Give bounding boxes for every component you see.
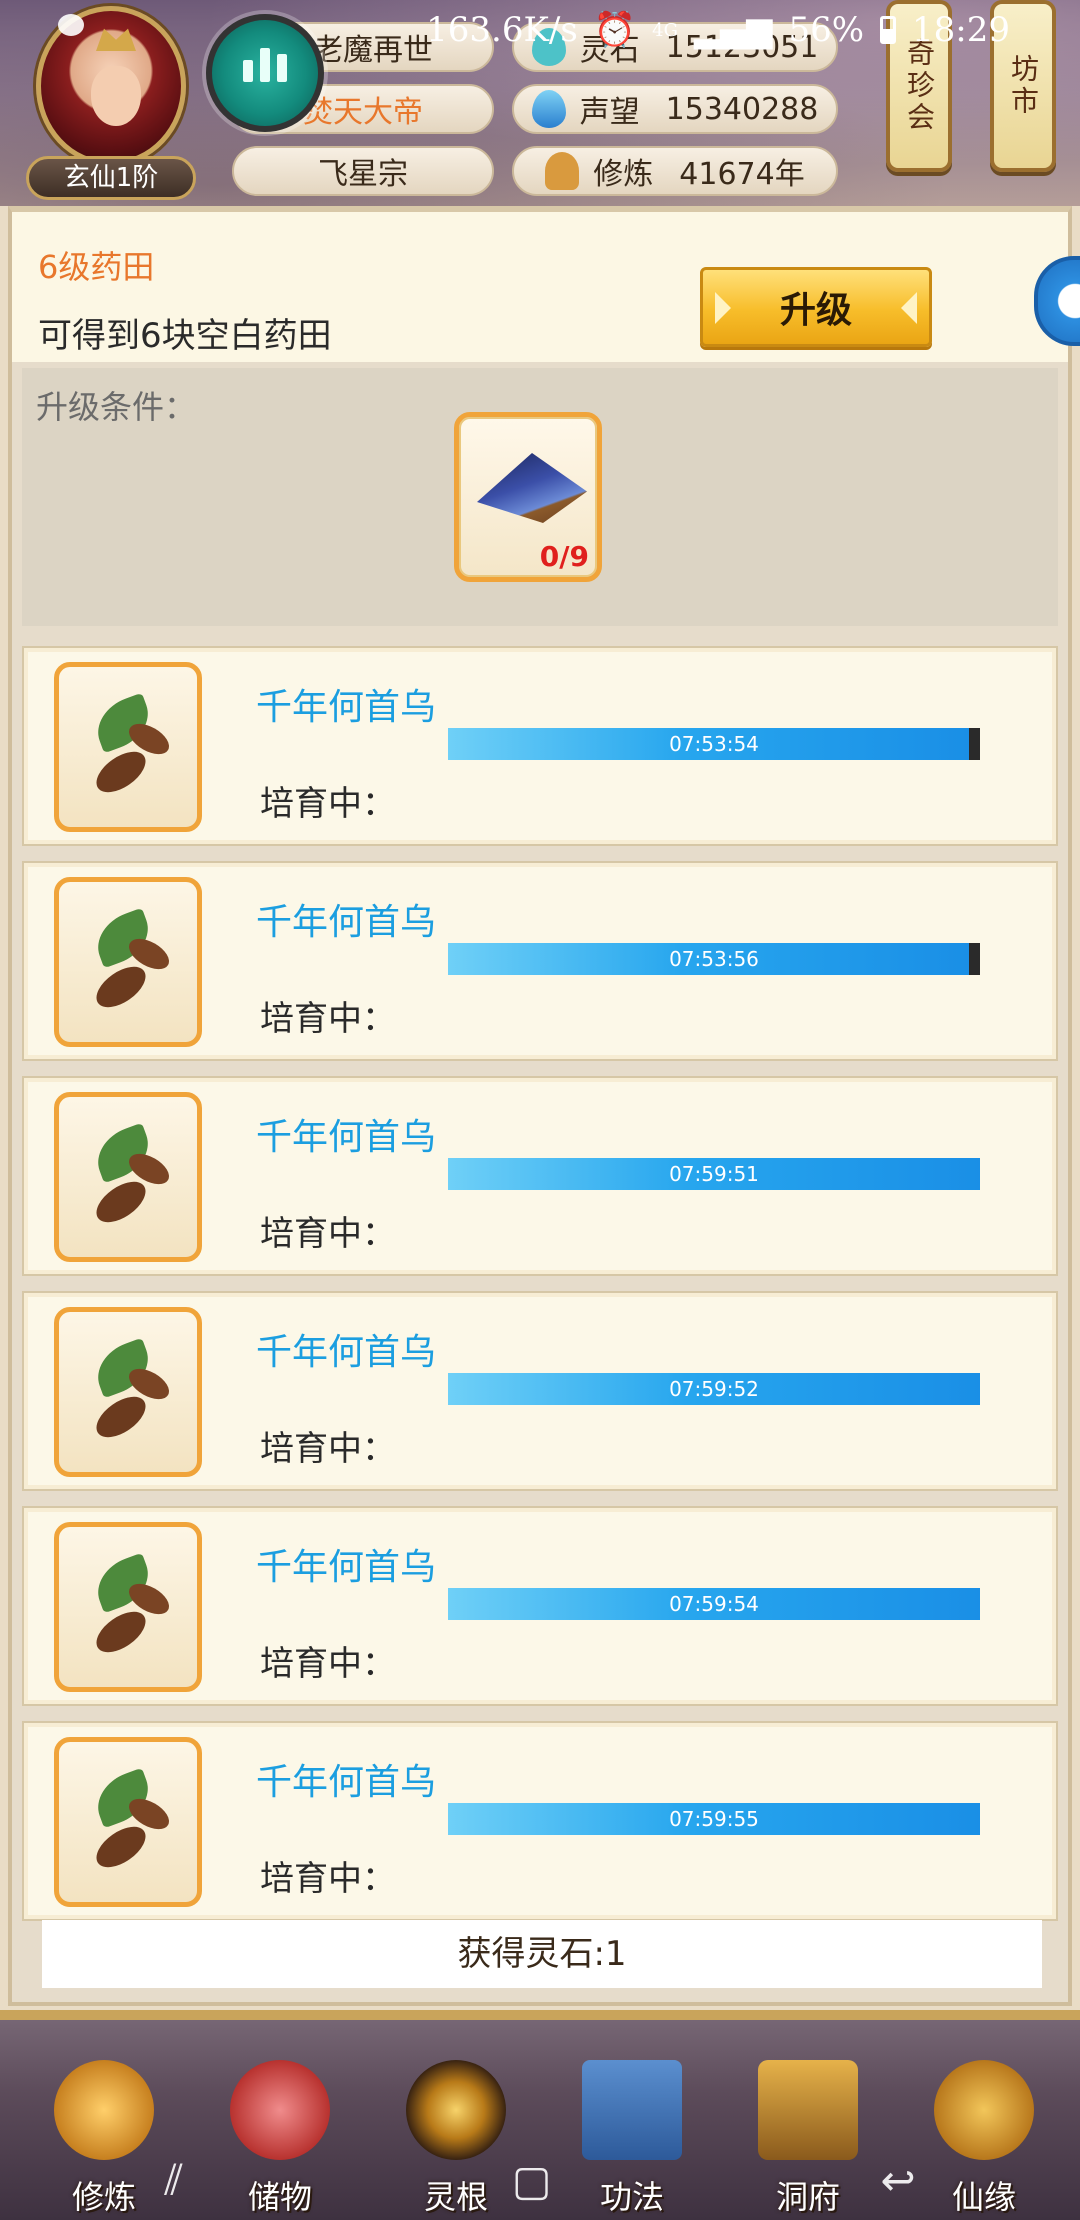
net-speed: 163.6K/s (426, 10, 578, 50)
plot-row[interactable]: 千年何首乌 培育中： 07:53:54 (22, 646, 1058, 846)
farm-level-title: 6级药田 (38, 248, 155, 286)
herb-name: 千年何首乌 (256, 687, 437, 728)
player-title: 焚天大帝 (303, 95, 423, 130)
home-icon[interactable]: ▢ (512, 2156, 552, 2205)
growth-status: 培育中： (260, 1644, 396, 1684)
plot-row[interactable]: 千年何首乌 培育中： 07:59:51 (22, 1076, 1058, 1276)
sect-pill: 飞星宗 (232, 146, 494, 196)
prestige-label: 声望 (579, 95, 640, 130)
plot-list: 千年何首乌 培育中： 07:53:54 千年何首乌 培育中： 07:53:56 … (22, 646, 1062, 1936)
top-header: 163.6K/s ⏰ 4G ▂▄▆ 56% 18:29 玄仙1阶 老魔再世 焚天… (0, 0, 1080, 206)
network-type: 4G (652, 19, 678, 41)
growth-status: 培育中： (260, 784, 396, 824)
status-left (58, 14, 84, 36)
upgrade-conditions: 升级条件： 0/9 (22, 368, 1058, 626)
assistant-robot-icon[interactable] (1034, 256, 1080, 346)
growth-status: 培育中： (260, 999, 396, 1039)
prestige-pill: 声望 15340288 (512, 84, 838, 134)
farm-header: 6级药田 可得到6块空白药田 升级 (12, 212, 1080, 362)
recent-apps-icon[interactable]: ⫽ (164, 2155, 183, 2205)
prestige-value: 15340288 (665, 91, 819, 127)
signal-icon: ▂▄▆ (693, 10, 773, 50)
growth-progress-bar: 07:59:52 (448, 1373, 980, 1405)
growth-timer: 07:59:54 (669, 1592, 759, 1616)
herb-thumb[interactable] (54, 1307, 202, 1477)
plot-row[interactable]: 千年何首乌 培育中： 07:59:52 (22, 1291, 1058, 1491)
herb-thumb[interactable] (54, 1737, 202, 1907)
growth-progress-bar: 07:53:54 (448, 728, 980, 760)
wechat-notification-icon (58, 14, 84, 36)
herb-name: 千年何首乌 (256, 1332, 437, 1373)
root-shape (89, 1388, 153, 1446)
upgrade-label: 升级 (779, 290, 852, 331)
condition-label: 升级条件： (36, 388, 197, 426)
alarm-icon: ⏰ (593, 10, 637, 50)
avatar-face (91, 66, 141, 126)
root-shape (89, 1603, 153, 1661)
root-shape (89, 958, 153, 1016)
herb-name: 千年何首乌 (256, 1547, 437, 1588)
root-shape (89, 743, 153, 801)
growth-progress-bar: 07:53:56 (448, 943, 980, 975)
growth-progress-bar: 07:59:54 (448, 1588, 980, 1620)
herb-thumb[interactable] (54, 1522, 202, 1692)
upgrade-button[interactable]: 升级 (700, 267, 932, 347)
herb-name: 千年何首乌 (256, 1117, 437, 1158)
meditation-icon (545, 152, 580, 190)
status-right: 163.6K/s ⏰ 4G ▂▄▆ 56% 18:29 (426, 10, 1010, 50)
growth-progress-bar: 07:59:51 (448, 1158, 980, 1190)
reward-message: 获得灵石:1 (42, 1920, 1042, 1988)
plot-row[interactable]: 千年何首乌 培育中： 07:59:55 (22, 1721, 1058, 1921)
herb-farm-panel: 6级药田 可得到6块空白药田 升级 升级条件： 0/9 千年何首乌 培育中： 0… (8, 206, 1080, 2006)
battery-percent: 56% (788, 10, 865, 50)
system-navigation-bar: ⫽ ▢ ↩ (0, 2140, 1080, 2220)
growth-timer: 07:59:52 (669, 1377, 759, 1401)
herb-thumb[interactable] (54, 877, 202, 1047)
root-shape (89, 1818, 153, 1876)
growth-status: 培育中： (260, 1859, 396, 1899)
cultivation-pill: 修炼 41674年 (512, 146, 838, 196)
clock: 18:29 (912, 10, 1010, 50)
back-icon[interactable]: ↩ (880, 2156, 915, 2205)
growth-progress-bar: 07:59:55 (448, 1803, 980, 1835)
herb-name: 千年何首乌 (256, 902, 437, 943)
growth-status: 培育中： (260, 1429, 396, 1469)
growth-timer: 07:59:51 (669, 1162, 759, 1186)
cultivation-value: 41674年 (679, 157, 805, 192)
prestige-crystal-icon (531, 90, 566, 128)
required-item-count: 0/9 (539, 540, 589, 573)
cultivation-label: 修炼 (593, 157, 654, 192)
root-shape (89, 1173, 153, 1231)
farm-description: 可得到6块空白药田 (38, 316, 332, 356)
herb-thumb[interactable] (54, 1092, 202, 1262)
plot-row[interactable]: 千年何首乌 培育中： 07:53:56 (22, 861, 1058, 1061)
growth-status: 培育中： (260, 1214, 396, 1254)
required-item-slot[interactable]: 0/9 (454, 412, 602, 582)
growth-timer: 07:59:55 (669, 1807, 759, 1831)
herb-thumb[interactable] (54, 662, 202, 832)
rank-badge: 玄仙1阶 (26, 156, 196, 200)
herb-name: 千年何首乌 (256, 1762, 437, 1803)
growth-timer: 07:53:54 (669, 732, 759, 756)
plot-row[interactable]: 千年何首乌 培育中： 07:59:54 (22, 1506, 1058, 1706)
herb-field-icon (477, 453, 587, 523)
sect-name: 飞星宗 (318, 157, 408, 192)
status-bar: 163.6K/s ⏰ 4G ▂▄▆ 56% 18:29 (0, 0, 1080, 64)
battery-icon (880, 16, 897, 44)
growth-timer: 07:53:56 (669, 947, 759, 971)
